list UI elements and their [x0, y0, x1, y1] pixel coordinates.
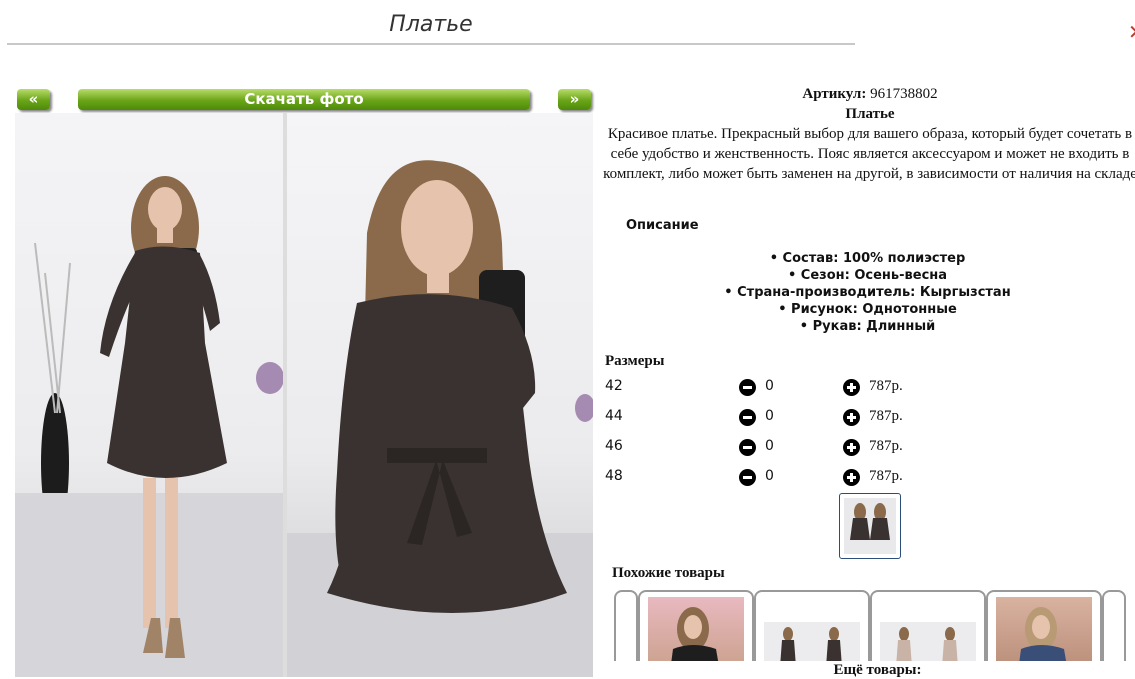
size-row: 48 0 787р. — [605, 467, 935, 487]
quantity-value: 0 — [765, 408, 774, 424]
similar-item[interactable] — [754, 590, 870, 672]
plus-icon[interactable] — [843, 469, 860, 486]
sizes-heading: Размеры — [605, 353, 665, 369]
minus-icon[interactable] — [739, 439, 756, 456]
prev-photo-button[interactable]: « — [17, 89, 50, 110]
price-value: 787р. — [869, 468, 903, 484]
similar-item[interactable] — [638, 590, 754, 672]
product-photo[interactable] — [15, 113, 593, 677]
specs-heading: Описание — [626, 218, 699, 233]
quantity-value: 0 — [765, 378, 774, 394]
similar-heading: Похожие товары — [612, 565, 725, 581]
similar-item[interactable] — [1102, 590, 1126, 672]
price-value: 787р. — [869, 408, 903, 424]
article-line: Артикул: 961738802 — [600, 86, 1135, 103]
spec-item: • Состав: 100% полиэстер — [769, 251, 966, 266]
spec-item: • Страна-производитель: Кыргызстан — [724, 285, 1011, 300]
spec-item: • Сезон: Осень-весна — [787, 268, 948, 283]
spec-item: • Рукав: Длинный — [799, 319, 936, 334]
product-photo-closeup — [287, 113, 593, 677]
size-row: 46 0 787р. — [605, 437, 935, 457]
plus-icon[interactable] — [843, 439, 860, 456]
article-label: Артикул: — [802, 86, 867, 102]
product-photo-full-length — [15, 113, 283, 677]
size-value: 46 — [605, 438, 623, 454]
download-photo-button[interactable]: Скачать фото — [78, 89, 530, 110]
minus-icon[interactable] — [739, 379, 756, 396]
product-description: Красивое платье. Прекрасный выбор для ва… — [603, 126, 1135, 182]
size-value: 44 — [605, 408, 623, 424]
quantity-value: 0 — [765, 468, 774, 484]
similar-item[interactable] — [870, 590, 986, 672]
article-number: 961738802 — [870, 86, 938, 102]
more-products-link[interactable]: Ещё товары: — [600, 661, 1135, 679]
photo-thumbnail[interactable] — [839, 493, 901, 559]
plus-icon[interactable] — [843, 379, 860, 396]
size-value: 48 — [605, 468, 623, 484]
quantity-value: 0 — [765, 438, 774, 454]
plus-icon[interactable] — [843, 409, 860, 426]
similar-item[interactable] — [986, 590, 1102, 672]
product-name: Платье — [845, 106, 895, 122]
size-row: 42 0 787р. — [605, 377, 935, 397]
spec-item: • Рисунок: Однотонные — [778, 302, 957, 317]
next-photo-button[interactable]: » — [558, 89, 591, 110]
page-title: Платье — [389, 12, 473, 37]
size-row: 44 0 787р. — [605, 407, 935, 427]
similar-item[interactable] — [614, 590, 638, 672]
size-value: 42 — [605, 378, 623, 394]
close-icon[interactable]: ✕ — [1128, 20, 1135, 44]
price-value: 787р. — [869, 378, 903, 394]
price-value: 787р. — [869, 438, 903, 454]
minus-icon[interactable] — [739, 409, 756, 426]
title-divider — [7, 43, 855, 45]
minus-icon[interactable] — [739, 469, 756, 486]
specs-list: • Состав: 100% полиэстер • Сезон: Осень-… — [600, 250, 1135, 335]
